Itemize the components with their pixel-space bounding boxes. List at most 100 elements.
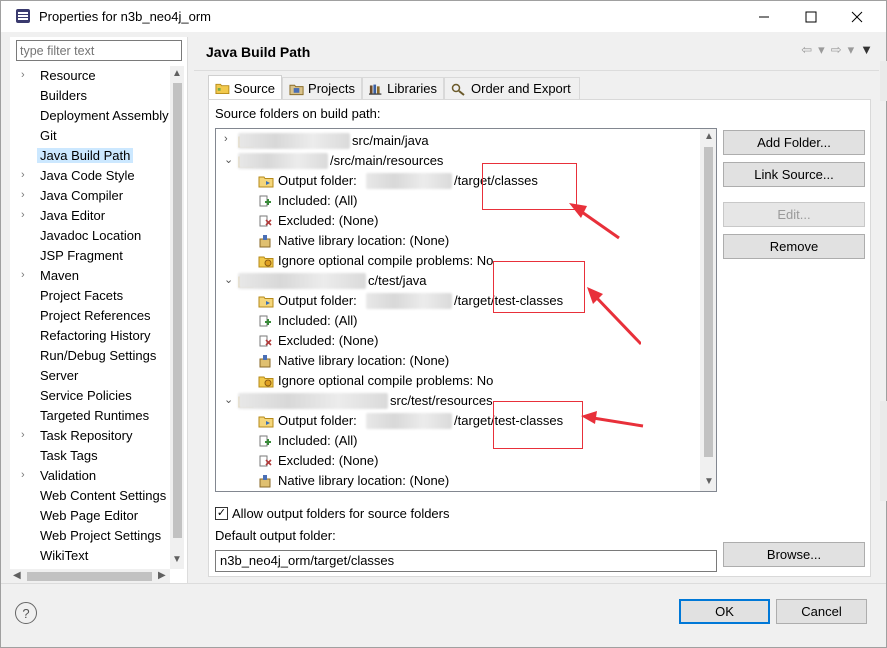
- sidebar-vertical-scrollbar[interactable]: ▲ ▼: [170, 66, 184, 569]
- sidebar-item[interactable]: Project Facets: [10, 286, 170, 306]
- sidebar-item[interactable]: Deployment Assembly: [10, 106, 170, 126]
- scroll-thumb[interactable]: [704, 147, 713, 457]
- sidebar-item-label: Task Tags: [40, 448, 98, 463]
- cancel-button[interactable]: Cancel: [776, 599, 867, 624]
- chevron-right-icon[interactable]: ›: [224, 133, 234, 145]
- sidebar-item[interactable]: Javadoc Location: [10, 226, 170, 246]
- tab-order-and-export[interactable]: Order and Export: [444, 77, 580, 99]
- source-attribute-row[interactable]: Native library location: (None): [216, 471, 700, 491]
- sidebar-item[interactable]: Refactoring History: [10, 326, 170, 346]
- default-output-label: Default output folder:: [215, 528, 336, 543]
- maximize-button[interactable]: [788, 1, 834, 32]
- scroll-down-icon[interactable]: ▼: [704, 476, 714, 487]
- sidebar-item[interactable]: Targeted Runtimes: [10, 406, 170, 426]
- sidebar-item-label: Refactoring History: [40, 328, 151, 343]
- include-filter-icon: [258, 313, 274, 329]
- scroll-down-icon[interactable]: ▼: [172, 554, 182, 565]
- sidebar-item[interactable]: Java Build Path: [10, 146, 170, 166]
- source-folder-row[interactable]: ⌄ src/test/resources: [216, 391, 700, 411]
- back-icon[interactable]: ⇦: [801, 42, 812, 58]
- dialog-button-bar: ? OK Cancel: [1, 583, 886, 647]
- sidebar-horizontal-scrollbar[interactable]: ◀ ▶: [10, 569, 170, 583]
- maximize-icon: [805, 11, 817, 22]
- tab-source[interactable]: Source: [208, 75, 282, 100]
- native-library-icon: [258, 353, 274, 369]
- tab-label: Libraries: [387, 81, 437, 96]
- default-output-field[interactable]: n3b_neo4j_orm/target/classes: [215, 550, 717, 572]
- remove-button[interactable]: Remove: [723, 234, 865, 259]
- scroll-thumb[interactable]: [27, 572, 152, 581]
- sidebar-item[interactable]: Web Project Settings: [10, 526, 170, 546]
- redacted-project-name: [366, 413, 452, 429]
- sidebar-item[interactable]: Run/Debug Settings: [10, 346, 170, 366]
- tab-libraries[interactable]: Libraries: [362, 77, 444, 99]
- link-source-button[interactable]: Link Source...: [723, 162, 865, 187]
- sidebar-item[interactable]: › Maven: [10, 266, 170, 286]
- forward-icon[interactable]: ⇨: [831, 42, 842, 58]
- sidebar-item[interactable]: › Resource: [10, 66, 170, 86]
- chevron-down-icon[interactable]: ⌄: [224, 393, 234, 406]
- filter-input[interactable]: [16, 40, 182, 61]
- sidebar-item[interactable]: Service Policies: [10, 386, 170, 406]
- allow-output-folders-checkbox[interactable]: ✓ Allow output folders for source folder…: [215, 506, 450, 521]
- sidebar-item[interactable]: › Task Repository: [10, 426, 170, 446]
- exclude-filter-icon: [258, 453, 274, 469]
- browse-button[interactable]: Browse...: [723, 542, 865, 567]
- source-folder-label: src/main/java: [352, 133, 429, 148]
- chevron-right-icon[interactable]: ›: [21, 69, 33, 83]
- scroll-right-icon[interactable]: ▶: [158, 570, 166, 581]
- sidebar-item[interactable]: › Validation: [10, 466, 170, 486]
- sidebar-item-label: Deployment Assembly: [40, 108, 169, 123]
- scroll-thumb[interactable]: [173, 83, 182, 538]
- ok-button[interactable]: OK: [679, 599, 770, 624]
- sidebar-item-label: Java Code Style: [40, 168, 135, 183]
- checkbox-box[interactable]: ✓: [215, 507, 228, 520]
- sidebar-item[interactable]: Git: [10, 126, 170, 146]
- sidebar-item[interactable]: › Java Code Style: [10, 166, 170, 186]
- forward-menu-icon[interactable]: ▾: [848, 42, 855, 58]
- scroll-up-icon[interactable]: ▲: [704, 131, 714, 142]
- source-attribute-row[interactable]: Output folder:/target/classes: [216, 171, 700, 191]
- sidebar-item[interactable]: Web Page Editor: [10, 506, 170, 526]
- sidebar-item[interactable]: Task Tags: [10, 446, 170, 466]
- source-attribute-row[interactable]: Excluded: (None): [216, 451, 700, 471]
- source-tree-scrollbar[interactable]: ▲ ▼: [700, 129, 716, 491]
- title-separator: [194, 70, 879, 71]
- sidebar-item-label: JSP Fragment: [40, 248, 123, 263]
- source-attribute-row[interactable]: Ignore optional compile problems: No: [216, 371, 700, 391]
- chevron-down-icon[interactable]: ⌄: [224, 273, 234, 286]
- output-folder-icon: [258, 293, 274, 309]
- page-title: Java Build Path: [206, 44, 311, 60]
- chevron-right-icon[interactable]: ›: [21, 169, 33, 183]
- minimize-button[interactable]: [741, 1, 787, 32]
- sidebar-item[interactable]: › Java Compiler: [10, 186, 170, 206]
- edit-button[interactable]: Edit...: [723, 202, 865, 227]
- chevron-right-icon[interactable]: ›: [21, 469, 33, 483]
- sidebar-item[interactable]: Project References: [10, 306, 170, 326]
- scroll-up-icon[interactable]: ▲: [172, 68, 182, 79]
- sidebar-item[interactable]: Builders: [10, 86, 170, 106]
- scroll-left-icon[interactable]: ◀: [13, 570, 21, 581]
- source-folder-row[interactable]: › src/main/java: [216, 131, 700, 151]
- view-menu-icon[interactable]: ▼: [860, 42, 873, 58]
- sidebar-item[interactable]: Web Content Settings: [10, 486, 170, 506]
- chevron-right-icon[interactable]: ›: [21, 189, 33, 203]
- add-folder-button[interactable]: Add Folder...: [723, 130, 865, 155]
- close-button[interactable]: [834, 1, 880, 32]
- chevron-right-icon[interactable]: ›: [21, 209, 33, 223]
- chevron-right-icon[interactable]: ›: [21, 429, 33, 443]
- help-icon[interactable]: ?: [15, 602, 37, 624]
- source-folder-row[interactable]: ⌄ /src/main/resources: [216, 151, 700, 171]
- sidebar-item[interactable]: JSP Fragment: [10, 246, 170, 266]
- source-folders-tree[interactable]: Native library location: (None) Excluded:…: [215, 128, 717, 492]
- window-title: Properties for n3b_neo4j_orm: [39, 9, 211, 24]
- sidebar-item[interactable]: › Java Editor: [10, 206, 170, 226]
- source-attribute-row[interactable]: Included: (All): [216, 431, 700, 451]
- chevron-right-icon[interactable]: ›: [21, 269, 33, 283]
- back-menu-icon[interactable]: ▾: [818, 42, 825, 58]
- tab-projects[interactable]: Projects: [282, 77, 362, 99]
- chevron-down-icon[interactable]: ⌄: [224, 153, 234, 166]
- sidebar-item[interactable]: WikiText: [10, 546, 170, 566]
- sidebar-item[interactable]: Server: [10, 366, 170, 386]
- sidebar-item-label: Project Facets: [40, 288, 124, 303]
